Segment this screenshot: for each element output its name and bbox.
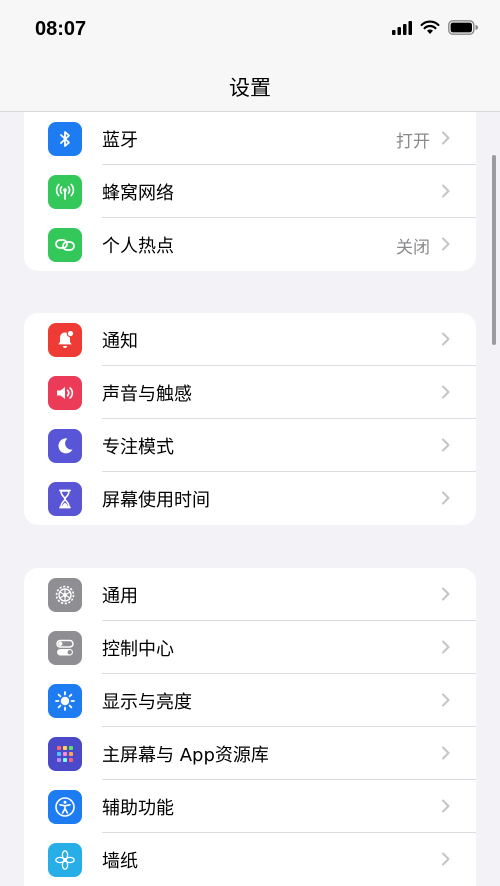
- settings-row-control-center[interactable]: 控制中心: [24, 621, 476, 674]
- settings-row-general[interactable]: 通用: [24, 568, 476, 621]
- settings-row-wallpaper[interactable]: 墙纸: [24, 833, 476, 886]
- sun-icon: [48, 684, 82, 718]
- chevron-right-icon: [442, 491, 450, 505]
- settings-row-display[interactable]: 显示与亮度: [24, 674, 476, 727]
- settings-row-label: 蓝牙: [102, 130, 138, 151]
- battery-icon: [448, 20, 478, 35]
- settings-row-hotspot[interactable]: 个人热点 关闭: [24, 218, 476, 271]
- chevron-right-icon: [442, 131, 450, 145]
- chevron-right-icon: [442, 746, 450, 760]
- wifi-icon: [420, 20, 440, 34]
- hourglass-icon: [48, 482, 82, 516]
- scrollbar[interactable]: [492, 155, 496, 345]
- settings-group-notifications: 通知 声音与触感 专注模式 屏幕使用时间: [24, 313, 476, 525]
- bluetooth-icon: [48, 122, 82, 156]
- hotspot-link-icon: [48, 228, 82, 262]
- notification-bell-icon: [48, 323, 82, 357]
- chevron-right-icon: [442, 237, 450, 251]
- cellular-antenna-icon: [48, 175, 82, 209]
- accessibility-icon: [48, 790, 82, 824]
- page-title: 设置: [229, 76, 271, 100]
- chevron-right-icon: [442, 332, 450, 346]
- status-time: 08:07: [35, 18, 87, 40]
- settings-row-label: 声音与触感: [102, 384, 192, 405]
- settings-row-value: 关闭: [396, 238, 430, 258]
- settings-row-bluetooth[interactable]: 蓝牙 打开: [24, 112, 476, 165]
- status-bar: 08:07: [0, 0, 500, 62]
- navigation-bar: 设置: [0, 62, 500, 112]
- toggles-icon: [48, 631, 82, 665]
- settings-row-label: 通知: [102, 331, 138, 352]
- settings-row-label: 辅助功能: [102, 798, 174, 819]
- settings-row-label: 墙纸: [102, 851, 138, 872]
- settings-list: 蓝牙 打开 蜂窝网络 个人热点 关闭 通知 声音与触感 专注模式 屏幕使用时间 …: [0, 112, 500, 886]
- chevron-right-icon: [442, 385, 450, 399]
- settings-row-accessibility[interactable]: 辅助功能: [24, 780, 476, 833]
- settings-group-connectivity: 蓝牙 打开 蜂窝网络 个人热点 关闭: [24, 112, 476, 271]
- speaker-icon: [48, 376, 82, 410]
- settings-row-label: 专注模式: [102, 437, 174, 458]
- moon-icon: [48, 429, 82, 463]
- settings-row-notifications[interactable]: 通知: [24, 313, 476, 366]
- chevron-right-icon: [442, 438, 450, 452]
- settings-row-label: 主屏幕与 App资源库: [102, 745, 269, 766]
- settings-row-label: 屏幕使用时间: [102, 490, 210, 511]
- settings-row-label: 通用: [102, 586, 138, 607]
- settings-row-label: 个人热点: [102, 236, 174, 257]
- gear-icon: [48, 578, 82, 612]
- settings-row-label: 蜂窝网络: [102, 183, 174, 204]
- status-icons: [392, 20, 478, 35]
- settings-row-value: 打开: [396, 132, 430, 152]
- chevron-right-icon: [442, 184, 450, 198]
- app-grid-icon: [48, 737, 82, 771]
- settings-row-label: 控制中心: [102, 639, 174, 660]
- settings-row-focus[interactable]: 专注模式: [24, 419, 476, 472]
- chevron-right-icon: [442, 693, 450, 707]
- settings-row-home-screen[interactable]: 主屏幕与 App资源库: [24, 727, 476, 780]
- chevron-right-icon: [442, 587, 450, 601]
- flower-icon: [48, 843, 82, 877]
- settings-row-label: 显示与亮度: [102, 692, 192, 713]
- settings-row-cellular[interactable]: 蜂窝网络: [24, 165, 476, 218]
- settings-row-screen-time[interactable]: 屏幕使用时间: [24, 472, 476, 525]
- settings-row-sounds[interactable]: 声音与触感: [24, 366, 476, 419]
- chevron-right-icon: [442, 799, 450, 813]
- signal-icon: [392, 20, 412, 35]
- settings-group-general: 通用 控制中心 显示与亮度 主屏幕与 App资源库 辅助功能 墙纸: [24, 568, 476, 886]
- chevron-right-icon: [442, 640, 450, 654]
